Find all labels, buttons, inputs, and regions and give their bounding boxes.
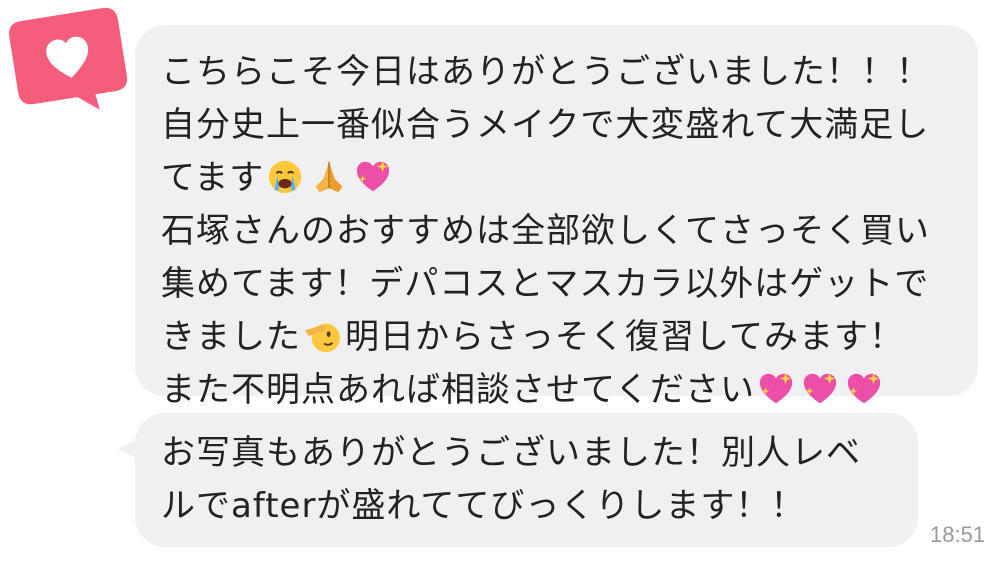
- message-line: また不明点あれば相談させてください: [161, 364, 954, 417]
- sparkling-heart-emoji-icon: [759, 372, 793, 403]
- salute-face-emoji-icon: [304, 323, 341, 352]
- crying-face-emoji-icon: [269, 160, 302, 193]
- message-line: 集めてます！デパコスとマスカラ以外はゲットで: [161, 264, 930, 304]
- message-timestamp: 18:51: [930, 522, 986, 547]
- message-bubble-1[interactable]: こちらこそ今日はありがとうございました！！！ 自分史上一番似合うメイクで大変盛れ…: [135, 25, 978, 410]
- message-line-text: きました: [161, 317, 301, 357]
- folded-hands-emoji-icon: [316, 161, 343, 192]
- message-line: 自分史上一番似合うメイクで大変盛れて大満足し: [161, 105, 930, 145]
- sparkling-heart-emoji-icon: [803, 372, 837, 403]
- message-bubble-2[interactable]: お写真もありがとうございました！別人レベ ルでafterが盛れててびっくりします…: [135, 413, 918, 547]
- sparkling-heart-emoji-icon: [847, 372, 881, 403]
- sparkling-heart-emoji-icon: [357, 160, 390, 191]
- heart-chat-avatar-icon: [9, 7, 128, 110]
- message-line: てます: [161, 152, 954, 205]
- message-line: ルでafterが盛れててびっくりします！！: [161, 486, 806, 526]
- message-line: きました 明日からさっそく復習してみます！: [161, 311, 954, 364]
- message-line-text: てます: [161, 158, 265, 198]
- message-line-text: また不明点あれば相談させてください: [161, 370, 755, 410]
- message-line: 石塚さんのおすすめは全部欲しくてさっそく買い: [161, 211, 930, 251]
- message-line: お写真もありがとうございました！別人レベ: [161, 433, 861, 473]
- message-line-text: 明日からさっそく復習してみます！: [345, 317, 904, 357]
- message-line: こちらこそ今日はありがとうございました！！！: [161, 52, 931, 92]
